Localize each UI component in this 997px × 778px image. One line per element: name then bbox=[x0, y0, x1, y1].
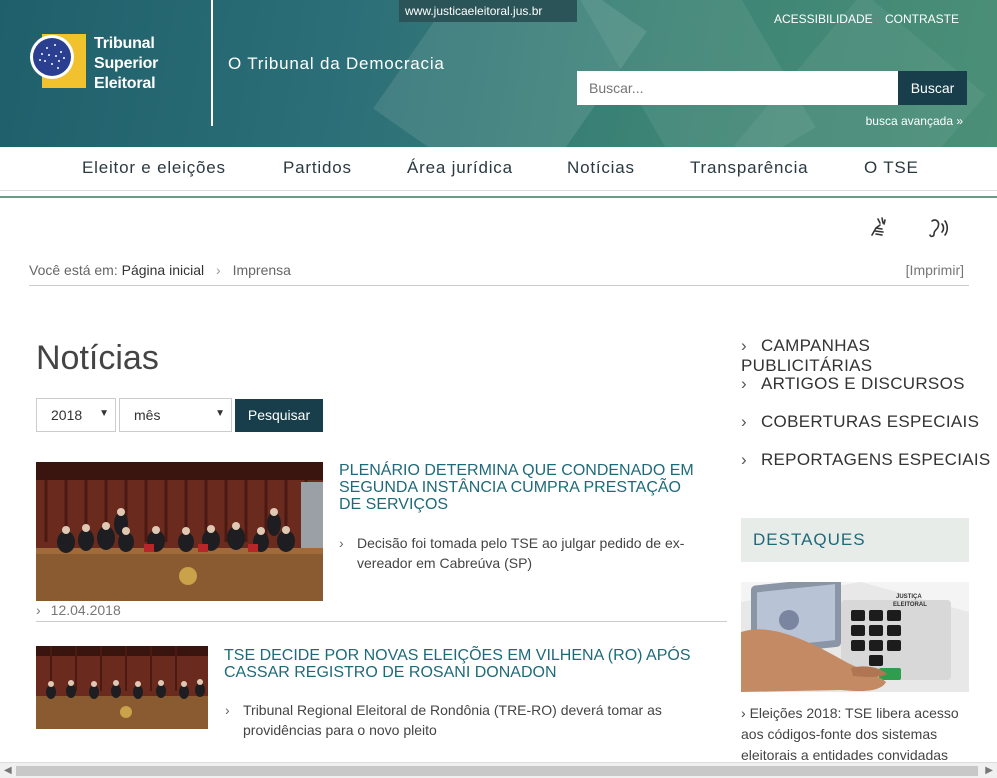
horizontal-scrollbar[interactable]: ◀ ▶ bbox=[0, 762, 997, 778]
breadcrumb-divider bbox=[29, 285, 969, 286]
news-description: › Decisão foi tomada pelo TSE ao julgar … bbox=[339, 533, 687, 573]
logo-line: Tribunal bbox=[94, 35, 155, 52]
sidebar-link-label: ARTIGOS E DISCURSOS bbox=[760, 374, 965, 393]
scrollbar-thumb[interactable] bbox=[16, 766, 978, 776]
accessibility-link[interactable]: ACESSIBILIDADE bbox=[774, 12, 873, 26]
urna-label: JUSTIÇA bbox=[896, 594, 922, 600]
sidebar-link-label: CAMPANHAS PUBLICITÁRIAS bbox=[741, 336, 873, 375]
logo-line: Eleitoral bbox=[94, 75, 156, 92]
caret-down-icon: ▼ bbox=[215, 408, 225, 419]
nav-item-transparencia[interactable]: Transparência bbox=[690, 158, 808, 178]
tagline: O Tribunal da Democracia bbox=[228, 54, 445, 73]
header-divider bbox=[211, 0, 213, 126]
month-select-value: mês bbox=[134, 407, 161, 423]
main-nav: Eleitor e eleições Partidos Área jurídic… bbox=[0, 147, 997, 191]
news-date: › 12.04.2018 bbox=[36, 602, 121, 618]
destaques-heading: DESTAQUES bbox=[741, 518, 969, 562]
breadcrumb: Você está em: Página inicial › Imprensa bbox=[29, 262, 291, 278]
caret-down-icon: ▼ bbox=[99, 408, 109, 419]
chevron-right-icon: › bbox=[741, 374, 747, 393]
sidebar-link-artigos[interactable]: › ARTIGOS E DISCURSOS bbox=[741, 374, 965, 394]
url-badge[interactable]: www.justicaeleitoral.jus.br bbox=[399, 0, 577, 22]
news-description-text: Tribunal Regional Eleitoral de Rondônia … bbox=[243, 702, 662, 738]
scroll-right-icon[interactable]: ▶ bbox=[985, 765, 993, 776]
nav-item-eleitor[interactable]: Eleitor e eleições bbox=[82, 158, 226, 178]
search-input[interactable] bbox=[577, 71, 898, 105]
breadcrumb-current: Imprensa bbox=[232, 262, 291, 278]
breadcrumb-home-link[interactable]: Página inicial bbox=[122, 262, 205, 278]
contrast-link[interactable]: CONTRASTE bbox=[885, 12, 959, 26]
destaque-text[interactable]: › Eleições 2018: TSE libera acesso aos c… bbox=[741, 703, 969, 766]
scroll-left-icon[interactable]: ◀ bbox=[4, 765, 12, 776]
advanced-search-link[interactable]: busca avançada » bbox=[866, 114, 963, 128]
year-select[interactable]: 2018 ▼ bbox=[36, 398, 116, 432]
logo-line: Superior bbox=[94, 55, 159, 72]
chevron-right-icon: › bbox=[339, 535, 344, 551]
news-title[interactable]: PLENÁRIO DETERMINA QUE CONDENADO EM SEGU… bbox=[339, 462, 699, 513]
news-description: › Tribunal Regional Eleitoral de Rondôni… bbox=[225, 700, 683, 740]
nav-item-area-juridica[interactable]: Área jurídica bbox=[407, 158, 513, 178]
sidebar-link-label: COBERTURAS ESPECIAIS bbox=[760, 412, 980, 431]
news-divider bbox=[36, 621, 727, 622]
sidebar-link-coberturas[interactable]: › COBERTURAS ESPECIAIS bbox=[741, 412, 979, 432]
news-image-vilhena[interactable] bbox=[36, 646, 208, 729]
logo-text[interactable]: Tribunal Superior Eleitoral bbox=[94, 34, 158, 94]
year-select-value: 2018 bbox=[51, 407, 83, 423]
destaque-image-urna[interactable]: JUSTIÇA ELEITORAL bbox=[741, 582, 969, 692]
nav-item-noticias[interactable]: Notícias bbox=[567, 158, 635, 178]
page-title: Notícias bbox=[36, 339, 159, 377]
destaque-text-content: Eleições 2018: TSE libera acesso aos cód… bbox=[741, 705, 959, 763]
month-select[interactable]: mês ▼ bbox=[119, 398, 232, 432]
sidebar-link-label: REPORTAGENS ESPECIAIS bbox=[760, 450, 991, 469]
nav-item-o-tse[interactable]: O TSE bbox=[864, 158, 919, 178]
sidebar-link-campanhas[interactable]: › CAMPANHAS PUBLICITÁRIAS bbox=[741, 336, 997, 376]
top-links: ACESSIBILIDADE CONTRASTE bbox=[765, 12, 959, 26]
chevron-right-icon: › bbox=[36, 602, 41, 618]
sidebar-link-reportagens[interactable]: › REPORTAGENS ESPECIAIS bbox=[741, 450, 991, 470]
breadcrumb-prefix: Você está em: bbox=[29, 262, 118, 278]
news-description-text: Decisão foi tomada pelo TSE ao julgar pe… bbox=[357, 535, 685, 571]
tse-logo[interactable] bbox=[28, 30, 90, 92]
nav-underline bbox=[0, 196, 997, 198]
nav-item-partidos[interactable]: Partidos bbox=[283, 158, 352, 178]
news-date-text: 12.04.2018 bbox=[50, 602, 121, 618]
audio-accessibility-icon[interactable] bbox=[926, 215, 952, 241]
urna-label: ELEITORAL bbox=[893, 602, 927, 608]
news-title[interactable]: TSE DECIDE POR NOVAS ELEIÇÕES EM VILHENA… bbox=[224, 647, 724, 681]
chevron-right-icon: › bbox=[741, 412, 747, 431]
news-image-plenario[interactable] bbox=[36, 462, 323, 601]
chevron-right-icon: › bbox=[216, 262, 221, 278]
chevron-right-icon: › bbox=[741, 336, 747, 355]
chevron-right-icon: › bbox=[741, 450, 747, 469]
search-news-button[interactable]: Pesquisar bbox=[235, 399, 323, 432]
chevron-right-icon: › bbox=[225, 702, 230, 718]
chevron-right-icon: › bbox=[741, 705, 750, 721]
sign-language-icon[interactable] bbox=[866, 215, 892, 241]
search-button[interactable]: Buscar bbox=[898, 71, 967, 105]
site-header: Tribunal Superior Eleitoral O Tribunal d… bbox=[0, 0, 997, 147]
print-link[interactable]: [Imprimir] bbox=[906, 262, 964, 278]
